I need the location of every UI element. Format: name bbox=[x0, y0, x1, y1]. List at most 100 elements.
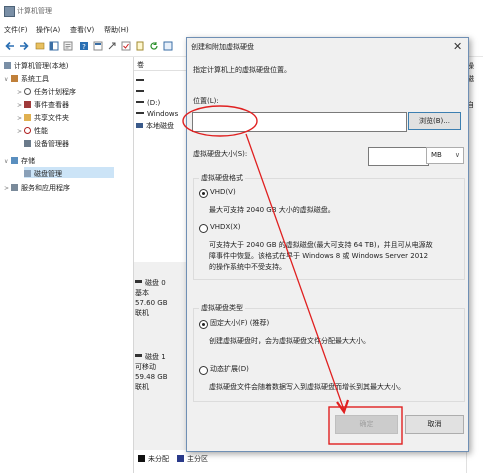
tree-item-task-scheduler[interactable]: > 任务计划程序 bbox=[17, 87, 76, 97]
volume-row[interactable]: (D:) bbox=[136, 99, 160, 107]
tree-item-disk-management[interactable]: 磁盘管理 bbox=[24, 169, 62, 179]
vhd-description: 最大可支持 2040 GB 大小的虚拟磁盘。 bbox=[209, 206, 335, 214]
menu-help[interactable]: 帮助(H) bbox=[104, 25, 129, 35]
disk-size: 59.48 GB bbox=[135, 373, 168, 381]
vhd-radio[interactable] bbox=[199, 189, 208, 198]
device-manager-icon bbox=[24, 140, 31, 147]
document-icon[interactable] bbox=[135, 41, 145, 51]
chevron-right-icon[interactable]: > bbox=[17, 89, 24, 96]
disk-name: 磁盘 1 bbox=[145, 353, 166, 361]
fixed-size-radio[interactable] bbox=[199, 320, 208, 329]
vhd-label[interactable]: VHD(V) bbox=[210, 187, 236, 198]
refresh-icon[interactable] bbox=[149, 41, 159, 51]
dynamic-description: 虚拟硬盘文件会随着数据写入到虚拟硬盘而增长到其最大大小。 bbox=[209, 383, 405, 391]
volume-row[interactable] bbox=[136, 77, 144, 85]
view-icon[interactable] bbox=[93, 41, 103, 51]
volume-name: (D:) bbox=[147, 99, 161, 107]
chevron-down-icon[interactable]: ∨ bbox=[4, 158, 11, 165]
size-input[interactable] bbox=[368, 147, 429, 166]
tree-item-label: 存储 bbox=[21, 157, 35, 165]
properties-icon[interactable] bbox=[63, 41, 73, 51]
tree-item-label: 服务和应用程序 bbox=[21, 184, 70, 192]
tree-item-label: 系统工具 bbox=[21, 75, 49, 83]
disk-status: 联机 bbox=[135, 383, 149, 391]
dynamic-label[interactable]: 动态扩展(D) bbox=[210, 364, 249, 375]
size-unit-select[interactable]: MB ∨ bbox=[426, 147, 464, 164]
tree-item-shared-folders[interactable]: > 共享文件夹 bbox=[17, 113, 69, 123]
volume-row[interactable]: Windows bbox=[136, 110, 178, 118]
disk-icon bbox=[135, 280, 142, 283]
performance-icon bbox=[24, 127, 31, 134]
tree-item-label: 任务计划程序 bbox=[34, 88, 76, 96]
volume-name: 本地磁盘 bbox=[146, 122, 174, 130]
chevron-right-icon[interactable]: > bbox=[17, 128, 24, 135]
check-icon[interactable] bbox=[121, 41, 131, 51]
close-icon[interactable]: ✕ bbox=[453, 40, 462, 53]
legend-primary: 主分区 bbox=[187, 455, 208, 463]
vhdx-label[interactable]: VHDX(X) bbox=[210, 222, 241, 233]
shared-folder-icon bbox=[24, 114, 31, 121]
volume-row[interactable]: 本地磁盘 bbox=[136, 121, 174, 131]
browse-button[interactable]: 浏览(B)... bbox=[408, 112, 461, 130]
vhdx-description-line1: 可支持大于 2040 GB 的虚拟磁盘(最大可支持 64 TB)，并且可从电源故 bbox=[209, 241, 433, 249]
tree-item-performance[interactable]: > 性能 bbox=[17, 126, 48, 136]
chevron-down-icon[interactable]: ∨ bbox=[4, 76, 11, 83]
primary-partition-swatch bbox=[177, 455, 184, 462]
services-icon bbox=[11, 184, 18, 191]
volume-list-header[interactable]: 卷 bbox=[134, 57, 186, 71]
storage-icon bbox=[11, 157, 18, 164]
disk-management-icon bbox=[24, 170, 31, 177]
title-bar bbox=[0, 0, 483, 22]
tree-item-label: 事件查看器 bbox=[34, 101, 69, 109]
dialog-instruction: 指定计算机上的虚拟硬盘位置。 bbox=[193, 66, 291, 74]
toolbox-icon bbox=[11, 75, 18, 82]
disk-0-label[interactable]: 磁盘 0 基本 57.60 GB 联机 bbox=[135, 278, 185, 326]
chevron-right-icon[interactable]: > bbox=[17, 115, 24, 122]
size-label: 虚拟硬盘大小(S): bbox=[193, 150, 248, 158]
chevron-right-icon[interactable]: > bbox=[4, 185, 11, 192]
computer-icon bbox=[4, 62, 11, 69]
unallocated-swatch bbox=[138, 455, 145, 462]
tree-item-event-viewer[interactable]: > 事件查看器 bbox=[17, 100, 69, 110]
disk-1-label[interactable]: 磁盘 1 可移动 59.48 GB 联机 bbox=[135, 352, 185, 400]
forward-arrow-icon[interactable] bbox=[19, 41, 29, 51]
tree-item-label: 共享文件夹 bbox=[34, 114, 69, 122]
location-input[interactable] bbox=[192, 112, 407, 132]
connect-icon[interactable] bbox=[107, 41, 117, 51]
tree-item-label: 设备管理器 bbox=[34, 140, 69, 148]
vhdx-radio[interactable] bbox=[199, 224, 208, 233]
disk-type: 可移动 bbox=[135, 363, 156, 371]
disk-status: 联机 bbox=[135, 309, 149, 317]
menu-file[interactable]: 文件(F) bbox=[4, 25, 28, 35]
help-icon[interactable]: ? bbox=[79, 41, 89, 51]
fixed-size-label[interactable]: 固定大小(F) (推荐) bbox=[210, 318, 269, 329]
volume-name: Windows bbox=[147, 110, 179, 118]
console-tree-icon[interactable] bbox=[49, 41, 59, 51]
format-group-title: 虚拟硬盘格式 bbox=[199, 173, 245, 184]
vhdx-description-line2: 障事件中恢复。该格式在早于 Windows 8 或 Windows Server… bbox=[209, 252, 429, 260]
cancel-button[interactable]: 取消 bbox=[405, 415, 464, 434]
menu-action[interactable]: 操作(A) bbox=[36, 25, 60, 35]
back-arrow-icon[interactable] bbox=[5, 41, 15, 51]
tree-item-device-manager[interactable]: 设备管理器 bbox=[24, 139, 69, 149]
size-unit-value: MB bbox=[431, 151, 442, 159]
tree-item-root[interactable]: 计算机管理(本地) bbox=[4, 61, 68, 71]
chevron-right-icon[interactable]: > bbox=[17, 102, 24, 109]
legend-unallocated: 未分配 bbox=[148, 455, 169, 463]
disk-size: 57.60 GB bbox=[135, 299, 168, 307]
computer-management-icon bbox=[4, 6, 15, 17]
vhdx-description-line3: 的操作系统中不受支持。 bbox=[209, 263, 286, 271]
export-icon[interactable] bbox=[163, 41, 173, 51]
tree-item-services-apps[interactable]: > 服务和应用程序 bbox=[4, 183, 70, 193]
tree-item-storage[interactable]: ∨ 存储 bbox=[4, 156, 35, 166]
tree-item-label: 性能 bbox=[34, 127, 48, 135]
tree-item-system-tools[interactable]: ∨ 系统工具 bbox=[4, 74, 49, 84]
fixed-size-description: 创建虚拟硬盘时，会为虚拟硬盘文件分配最大大小。 bbox=[209, 337, 370, 345]
up-folder-icon[interactable] bbox=[35, 41, 45, 51]
location-label: 位置(L): bbox=[193, 97, 219, 105]
disk-type: 基本 bbox=[135, 289, 149, 297]
menu-view[interactable]: 查看(V) bbox=[70, 25, 94, 35]
dynamic-radio[interactable] bbox=[199, 366, 208, 375]
volume-row[interactable] bbox=[136, 88, 144, 96]
ok-button[interactable]: 确定 bbox=[335, 415, 398, 434]
